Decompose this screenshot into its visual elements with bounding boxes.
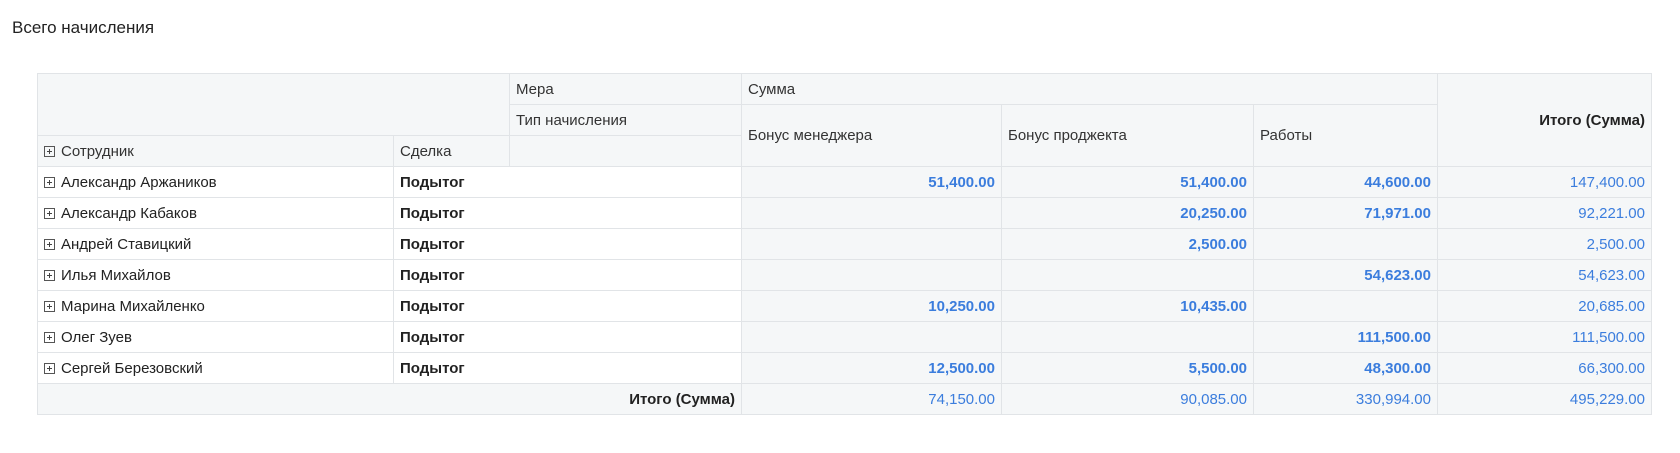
header-corner: [37, 73, 510, 136]
subtotal-label: Подытог: [393, 166, 742, 198]
table-row: Александр Аржаников Подытог 51,400.00 51,40…: [37, 166, 1652, 198]
value-cell[interactable]: [1253, 228, 1438, 260]
plus-square-icon[interactable]: [44, 207, 55, 219]
employee-name: Олег Зуев: [61, 328, 132, 346]
table-row: Илья Михайлов Подытог 54,623.00 54,623.00: [37, 259, 1652, 291]
value-cell[interactable]: 2,500.00: [1001, 228, 1254, 260]
grand-total-value[interactable]: 90,085.00: [1001, 383, 1254, 415]
table-row: Марина Михайленко Подытог 10,250.00 10,435.…: [37, 290, 1652, 322]
value-cell[interactable]: [741, 259, 1002, 291]
page-title: Всего начисления: [12, 18, 155, 37]
subtotal-label: Подытог: [393, 228, 742, 260]
value-cell[interactable]: 5,500.00: [1001, 352, 1254, 384]
employee-header-label: Сотрудник: [61, 142, 134, 160]
employee-cell[interactable]: Сергей Березовский: [37, 352, 394, 384]
grand-total-label: Итого (Сумма): [37, 383, 742, 415]
row-total-cell[interactable]: 66,300.00: [1437, 352, 1652, 384]
value-cell[interactable]: 48,300.00: [1253, 352, 1438, 384]
value-cell[interactable]: [741, 321, 1002, 353]
value-cell[interactable]: 10,250.00: [741, 290, 1002, 322]
subtotal-label: Подытог: [393, 197, 742, 229]
employee-cell[interactable]: Андрей Ставицкий: [37, 228, 394, 260]
plus-square-icon[interactable]: [44, 238, 55, 250]
pivot-table: Мера Сумма Итого (Сумма) Тип начисления …: [37, 73, 1652, 415]
header-empty-cell: [509, 135, 742, 167]
total-column-header: Итого (Сумма): [1437, 73, 1652, 167]
table-row: Александр Кабаков Подытог 20,250.00 71,971.…: [37, 197, 1652, 229]
plus-square-icon[interactable]: [44, 145, 55, 157]
employee-cell[interactable]: Александр Аржаников: [37, 166, 394, 198]
employee-name: Андрей Ставицкий: [61, 235, 192, 253]
employee-name: Илья Михайлов: [61, 266, 171, 284]
value-cell[interactable]: 20,250.00: [1001, 197, 1254, 229]
employee-name: Александр Аржаников: [61, 173, 217, 191]
value-cell[interactable]: 10,435.00: [1001, 290, 1254, 322]
plus-square-icon[interactable]: [44, 331, 55, 343]
plus-square-icon[interactable]: [44, 176, 55, 188]
value-cell[interactable]: 111,500.00: [1253, 321, 1438, 353]
row-total-cell[interactable]: 20,685.00: [1437, 290, 1652, 322]
deal-header[interactable]: Сделка: [393, 135, 510, 167]
employee-cell[interactable]: Марина Михайленко: [37, 290, 394, 322]
subtotal-label: Подытог: [393, 259, 742, 291]
employee-header[interactable]: Сотрудник: [37, 135, 394, 167]
grand-total-overall[interactable]: 495,229.00: [1437, 383, 1652, 415]
value-cell[interactable]: [1001, 259, 1254, 291]
employee-cell[interactable]: Александр Кабаков: [37, 197, 394, 229]
value-cell[interactable]: 54,623.00: [1253, 259, 1438, 291]
column-header-manager-bonus[interactable]: Бонус менеджера: [741, 104, 1002, 167]
row-total-cell[interactable]: 2,500.00: [1437, 228, 1652, 260]
table-row: Андрей Ставицкий Подытог 2,500.00 2,500.00: [37, 228, 1652, 260]
row-total-cell[interactable]: 54,623.00: [1437, 259, 1652, 291]
type-label[interactable]: Тип начисления: [509, 104, 742, 136]
table-row: Олег Зуев Подытог 111,500.00 111,500.00: [37, 321, 1652, 353]
employee-name: Марина Михайленко: [61, 297, 205, 315]
employee-name: Александр Кабаков: [61, 204, 197, 222]
row-total-cell[interactable]: 111,500.00: [1437, 321, 1652, 353]
row-total-cell[interactable]: 92,221.00: [1437, 197, 1652, 229]
grand-total-value[interactable]: 330,994.00: [1253, 383, 1438, 415]
value-cell[interactable]: [741, 228, 1002, 260]
value-cell[interactable]: [1253, 290, 1438, 322]
measure-label[interactable]: Мера: [509, 73, 742, 105]
value-cell[interactable]: 44,600.00: [1253, 166, 1438, 198]
employee-cell[interactable]: Олег Зуев: [37, 321, 394, 353]
plus-square-icon[interactable]: [44, 269, 55, 281]
employee-cell[interactable]: Илья Михайлов: [37, 259, 394, 291]
value-cell[interactable]: 12,500.00: [741, 352, 1002, 384]
row-total-cell[interactable]: 147,400.00: [1437, 166, 1652, 198]
grand-total-value[interactable]: 74,150.00: [741, 383, 1002, 415]
table-row: Сергей Березовский Подытог 12,500.00 5,500.…: [37, 352, 1652, 384]
measure-value[interactable]: Сумма: [741, 73, 1438, 105]
value-cell[interactable]: 51,400.00: [741, 166, 1002, 198]
grand-total-row: Итого (Сумма) 74,150.00 90,085.00 330,994.0…: [37, 383, 1652, 415]
plus-square-icon[interactable]: [44, 300, 55, 312]
value-cell[interactable]: [741, 197, 1002, 229]
column-header-project-bonus[interactable]: Бонус проджекта: [1001, 104, 1254, 167]
plus-square-icon[interactable]: [44, 362, 55, 374]
column-header-works[interactable]: Работы: [1253, 104, 1438, 167]
value-cell[interactable]: 71,971.00: [1253, 197, 1438, 229]
subtotal-label: Подытог: [393, 352, 742, 384]
subtotal-label: Подытог: [393, 321, 742, 353]
value-cell[interactable]: 51,400.00: [1001, 166, 1254, 198]
value-cell[interactable]: [1001, 321, 1254, 353]
subtotal-label: Подытог: [393, 290, 742, 322]
employee-name: Сергей Березовский: [61, 359, 203, 377]
